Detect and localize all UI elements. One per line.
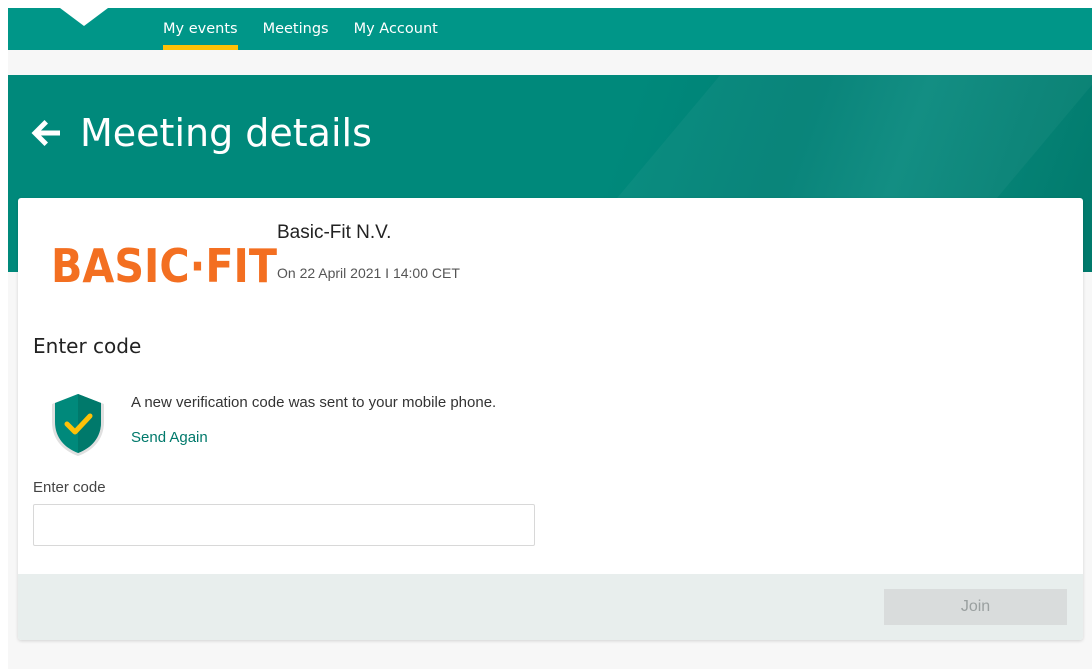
company-name: Basic-Fit N.V. [277,222,392,243]
meeting-card: BASIC·FIT Basic-Fit N.V. On 22 April 202… [18,198,1083,640]
nav-item-my-events[interactable]: My events [163,8,238,50]
join-button[interactable]: Join [884,589,1067,625]
nav-item-my-account[interactable]: My Account [354,8,438,50]
send-again-link[interactable]: Send Again [131,429,208,446]
page-title-row: Meeting details [30,111,372,155]
basic-fit-logo: BASIC·FIT [51,239,278,290]
arrow-left-icon[interactable] [30,116,64,150]
code-input[interactable] [33,504,535,546]
page-title: Meeting details [80,111,372,155]
nav-notch [60,8,108,26]
code-field-label: Enter code [33,479,106,496]
nav-spacer [8,50,1092,75]
shield-check-icon [52,394,104,456]
card-footer: Join [18,574,1083,640]
svg-text:BASIC·FIT: BASIC·FIT [51,239,278,290]
nav-items: My events Meetings My Account [163,8,463,50]
verification-message: A new verification code was sent to your… [131,394,497,411]
event-date: On 22 April 2021 I 14:00 CET [277,265,460,281]
top-navigation-bar: My events Meetings My Account [8,8,1092,50]
nav-item-meetings[interactable]: Meetings [263,8,329,50]
section-title: Enter code [33,334,142,358]
